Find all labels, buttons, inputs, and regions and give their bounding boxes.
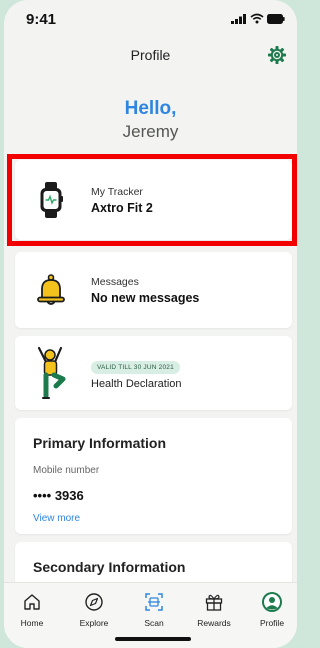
tab-home[interactable]: Home xyxy=(4,591,60,628)
tab-explore[interactable]: Explore xyxy=(66,591,122,628)
scan-icon xyxy=(145,593,163,611)
status-bar: 9:41 xyxy=(4,0,297,36)
settings-button[interactable] xyxy=(267,45,287,70)
health-declaration-title: Health Declaration xyxy=(91,378,182,390)
gear-icon xyxy=(268,46,286,64)
mobile-number-value: •••• 3936 xyxy=(33,488,84,503)
profile-icon xyxy=(262,592,282,612)
status-time: 9:41 xyxy=(26,11,57,28)
primary-information-title: Primary Information xyxy=(33,435,167,451)
tab-home-label: Home xyxy=(20,618,44,628)
tab-profile-label: Profile xyxy=(259,618,285,628)
health-declaration-card[interactable]: VALID TILL 30 JUN 2021 Health Declaratio… xyxy=(15,336,292,410)
validity-badge: VALID TILL 30 JUN 2021 xyxy=(91,361,180,374)
person-exercise-icon xyxy=(35,343,67,403)
status-icons xyxy=(231,13,285,24)
home-icon xyxy=(24,594,40,610)
tab-scan[interactable]: Scan xyxy=(126,591,182,628)
gift-icon xyxy=(205,594,223,611)
messages-card[interactable]: Messages No new messages xyxy=(15,252,292,328)
highlight-box xyxy=(7,154,297,246)
tab-explore-label: Explore xyxy=(79,618,109,628)
primary-information-card: Primary Information Mobile number •••• 3… xyxy=(15,418,292,534)
greeting-hello: Hello, xyxy=(124,98,177,119)
compass-icon xyxy=(85,593,103,611)
battery-icon xyxy=(267,13,285,24)
header: Profile xyxy=(4,38,297,74)
phone-screen: 9:41 Profile Hello, Jeremy My Tracker Ax… xyxy=(4,0,297,648)
home-indicator xyxy=(115,637,191,641)
page-title: Profile xyxy=(130,47,171,63)
tab-scan-label: Scan xyxy=(144,618,164,628)
tab-profile[interactable]: Profile xyxy=(244,591,297,628)
tab-rewards[interactable]: Rewards xyxy=(186,591,242,628)
greeting: Hello, Jeremy xyxy=(4,98,297,142)
greeting-name: Jeremy xyxy=(122,122,179,141)
bell-icon xyxy=(35,270,67,310)
view-more-link[interactable]: View more xyxy=(33,513,80,524)
tab-bar: Home Explore Scan Rewards Profile xyxy=(4,582,297,648)
cellular-signal-icon xyxy=(231,13,246,24)
secondary-information-title: Secondary Information xyxy=(33,559,186,575)
tab-rewards-label: Rewards xyxy=(197,618,231,628)
messages-label: Messages xyxy=(91,275,139,288)
wifi-icon xyxy=(250,13,264,24)
messages-status: No new messages xyxy=(91,290,200,305)
mobile-number-label: Mobile number xyxy=(33,465,100,476)
